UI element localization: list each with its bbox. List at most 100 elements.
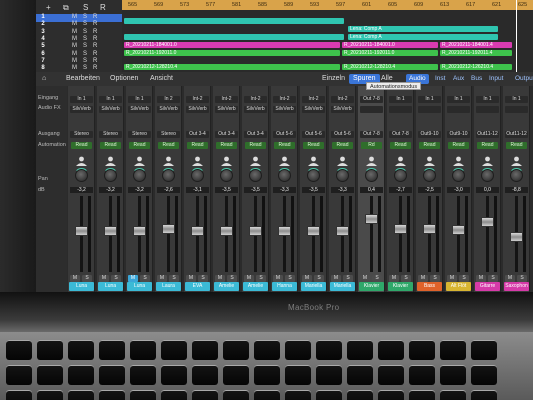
output-slot[interactable]: Out 3-4: [215, 131, 238, 138]
solo-button[interactable]: S: [227, 275, 237, 282]
playhead[interactable]: [516, 0, 517, 72]
pan-knob[interactable]: [422, 168, 437, 182]
pan-knob[interactable]: [306, 168, 321, 182]
pan-knob[interactable]: [335, 168, 350, 182]
automation-read-button[interactable]: Read: [129, 142, 150, 149]
automation-read-button[interactable]: Read: [158, 142, 179, 149]
solo-button[interactable]: S: [401, 275, 411, 282]
view-tab-einzeln[interactable]: Einzeln: [318, 74, 349, 84]
track-name[interactable]: Gitarre: [475, 282, 500, 291]
input-slot[interactable]: In 1: [389, 96, 412, 103]
output-slot[interactable]: Stereo: [70, 131, 93, 138]
timeline-ruler[interactable]: 565 569 573 577 581 585 589 593 597 601 605 609 613 6…: [122, 0, 533, 10]
mute-button[interactable]: M: [273, 275, 283, 282]
filter-tab-aux[interactable]: Aux: [450, 74, 467, 84]
automation-read-button[interactable]: Rd: [361, 142, 382, 149]
solo-button[interactable]: S: [488, 275, 498, 282]
solo-button[interactable]: S: [372, 275, 382, 282]
region-r1b[interactable]: R_20210211-184001.0: [342, 42, 438, 48]
volume-fader[interactable]: [220, 226, 233, 237]
region-track-3[interactable]: [124, 34, 344, 40]
track-r-button[interactable]: R: [93, 36, 97, 42]
audio-fx-slot[interactable]: SilvVerb: [331, 106, 354, 113]
track-name[interactable]: Amelie: [214, 282, 239, 291]
automation-read-button[interactable]: Read: [390, 142, 411, 149]
input-slot[interactable]: Int-2: [331, 96, 354, 103]
automation-read-button[interactable]: Read: [506, 142, 527, 149]
output-slot[interactable]: Out 3-4: [244, 131, 267, 138]
track-m-button[interactable]: M: [72, 43, 77, 49]
audio-fx-slot[interactable]: SilvVerb: [215, 106, 238, 113]
solo-button[interactable]: S: [343, 275, 353, 282]
volume-fader[interactable]: [365, 214, 378, 225]
track-r-button[interactable]: R: [93, 58, 97, 64]
solo-button[interactable]: S: [459, 275, 469, 282]
output-slot[interactable]: Out 3-4: [186, 131, 209, 138]
output-slot[interactable]: Out9-10: [418, 131, 441, 138]
pan-knob[interactable]: [451, 168, 466, 182]
mute-button[interactable]: M: [244, 275, 254, 282]
pan-knob[interactable]: [190, 168, 205, 182]
pan-knob[interactable]: [161, 168, 176, 182]
volume-fader[interactable]: [336, 225, 349, 236]
pan-knob[interactable]: [364, 168, 379, 182]
duplicate-track-button[interactable]: ⧉: [63, 3, 69, 13]
input-slot[interactable]: In 1: [99, 96, 122, 103]
solo-button[interactable]: S: [140, 275, 150, 282]
track-r-button[interactable]: R: [93, 21, 97, 27]
filter-tab-output[interactable]: Output: [512, 74, 533, 84]
region-comp-a-2[interactable]: Lena: Comp A: [348, 34, 498, 40]
volume-fader[interactable]: [394, 224, 407, 235]
track-name[interactable]: Hanna: [272, 282, 297, 291]
audio-fx-slot[interactable]: [476, 106, 499, 113]
input-slot[interactable]: In 1: [476, 96, 499, 103]
solo-button[interactable]: S: [256, 275, 266, 282]
mute-button[interactable]: M: [505, 275, 515, 282]
filter-tab-inst[interactable]: Inst: [432, 74, 448, 84]
track-name[interactable]: Luna: [127, 282, 152, 291]
track-r-button[interactable]: R: [93, 65, 97, 71]
solo-button[interactable]: S: [285, 275, 295, 282]
mute-button[interactable]: M: [215, 275, 225, 282]
input-slot[interactable]: In 2: [157, 96, 180, 103]
audio-fx-slot[interactable]: SilvVerb: [157, 106, 180, 113]
volume-fader[interactable]: [278, 225, 291, 236]
track-s-button[interactable]: S: [83, 14, 87, 20]
track-r-button[interactable]: R: [93, 14, 97, 20]
automation-read-button[interactable]: Read: [71, 142, 92, 149]
pan-knob[interactable]: [103, 168, 118, 182]
menu-optionen[interactable]: Optionen: [110, 75, 138, 82]
output-slot[interactable]: Out11-12: [476, 131, 499, 138]
input-slot[interactable]: In 1: [418, 96, 441, 103]
region-comp-a-1[interactable]: Lena: Comp A: [348, 26, 498, 32]
input-slot[interactable]: Out 7-8: [360, 96, 383, 103]
fader-track[interactable]: [428, 196, 431, 272]
pan-knob[interactable]: [74, 168, 89, 182]
fader-track[interactable]: [486, 196, 489, 272]
mute-button[interactable]: M: [360, 275, 370, 282]
solo-button[interactable]: S: [517, 275, 527, 282]
volume-fader[interactable]: [162, 224, 175, 235]
volume-fader[interactable]: [249, 226, 262, 237]
region-r3[interactable]: R_20210211-192011.0: [124, 50, 340, 56]
region-r6[interactable]: R_20210212-126210.4: [440, 64, 512, 70]
solo-toolbar-button[interactable]: S: [83, 3, 88, 12]
add-track-button[interactable]: +: [46, 3, 51, 12]
track-s-button[interactable]: S: [83, 29, 87, 35]
audio-fx-slot[interactable]: SilvVerb: [302, 106, 325, 113]
audio-fx-slot[interactable]: [418, 106, 441, 113]
audio-fx-slot[interactable]: [505, 106, 528, 113]
volume-fader[interactable]: [133, 225, 146, 236]
track-s-button[interactable]: S: [83, 58, 87, 64]
output-slot[interactable]: Stereo: [128, 131, 151, 138]
input-slot[interactable]: Int-2: [215, 96, 238, 103]
volume-fader[interactable]: [307, 226, 320, 237]
track-name[interactable]: Laura: [156, 282, 181, 291]
mute-button[interactable]: M: [99, 275, 109, 282]
track-name[interactable]: Klavier: [388, 282, 413, 291]
region-r4[interactable]: R_20210211-192011.4: [440, 50, 512, 56]
track-name[interactable]: Saxophon: [504, 282, 529, 291]
output-slot[interactable]: Stereo: [157, 131, 180, 138]
track-name[interactable]: Mariella: [301, 282, 326, 291]
region-track-1[interactable]: [124, 18, 344, 24]
